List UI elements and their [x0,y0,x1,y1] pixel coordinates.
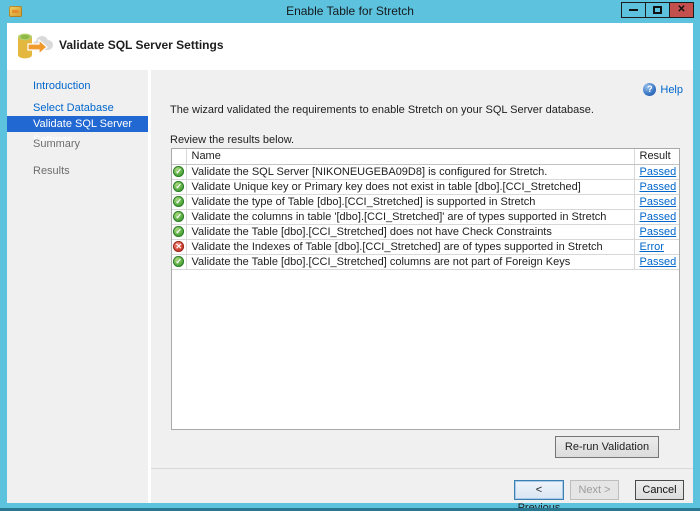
table-row[interactable]: ✓Validate the SQL Server [NIKONEUGEBA09D… [172,164,679,179]
wizard-header: Validate SQL Server Settings [7,23,693,70]
passed-icon: ✓ [173,181,184,192]
maximize-icon [653,6,662,14]
window-title: Enable Table for Stretch [0,4,700,18]
passed-icon: ✓ [173,166,184,177]
validation-name: Validate the Table [dbo].[CCI_Stretched]… [186,254,634,269]
table-row[interactable]: ✕Validate the Indexes of Table [dbo].[CC… [172,239,679,254]
close-button[interactable]: ✕ [669,2,694,18]
titlebar[interactable]: Enable Table for Stretch ✕ [0,0,700,23]
validation-name: Validate the SQL Server [NIKONEUGEBA09D8… [186,164,634,179]
table-row[interactable]: ✓Validate Unique key or Primary key does… [172,179,679,194]
result-link[interactable]: Passed [640,256,677,268]
result-link[interactable]: Passed [640,211,677,223]
maximize-button[interactable] [645,2,670,18]
table-row[interactable]: ✓Validate the type of Table [dbo].[CCI_S… [172,194,679,209]
previous-button[interactable]: < Previous [514,480,564,500]
validation-results-box: Name Result ✓Validate the SQL Server [NI… [171,148,680,430]
table-header-row: Name Result [172,149,679,164]
validation-name: Validate the Table [dbo].[CCI_Stretched]… [186,224,634,239]
wizard-steps-sidebar: Introduction Select Database Tables Vali… [7,70,148,503]
result-link[interactable]: Passed [640,181,677,193]
review-results-label: Review the results below. [170,134,294,146]
passed-icon: ✓ [173,196,184,207]
error-icon: ✕ [173,241,184,252]
close-icon: ✕ [677,5,685,15]
next-button[interactable]: Next > [570,480,619,500]
stretch-database-icon [15,29,55,63]
result-column-header[interactable]: Result [634,149,679,164]
status-column-header [172,149,186,164]
results-table-body: ✓Validate the SQL Server [NIKONEUGEBA09D… [172,164,679,269]
validation-name: Validate the type of Table [dbo].[CCI_St… [186,194,634,209]
help-label: Help [660,84,683,96]
table-row[interactable]: ✓Validate the Table [dbo].[CCI_Stretched… [172,254,679,269]
validation-name: Validate Unique key or Primary key does … [186,179,634,194]
body-area: Introduction Select Database Tables Vali… [7,70,693,503]
window-controls: ✕ [622,2,694,18]
sidebar-item-validate-sql-server-settings[interactable]: Validate SQL Server Settings [7,116,148,132]
footer-divider [151,468,693,469]
passed-icon: ✓ [173,226,184,237]
passed-icon: ✓ [173,256,184,267]
validation-name: Validate the columns in table '[dbo].[CC… [186,209,634,224]
sidebar-item-introduction[interactable]: Introduction [7,79,148,94]
wizard-description: The wizard validated the requirements to… [170,104,594,116]
minimize-button[interactable] [621,2,646,18]
table-row[interactable]: ✓Validate the Table [dbo].[CCI_Stretched… [172,224,679,239]
wizard-dialog: Enable Table for Stretch ✕ Validate SQL … [0,0,700,511]
cancel-button[interactable]: Cancel [635,480,684,500]
passed-icon: ✓ [173,211,184,222]
table-row[interactable]: ✓Validate the columns in table '[dbo].[C… [172,209,679,224]
sidebar-item-summary: Summary [7,137,148,152]
main-panel: ? Help The wizard validated the requirem… [151,70,693,503]
sidebar-item-results: Results [7,164,148,179]
result-link[interactable]: Error [640,241,664,253]
result-link[interactable]: Passed [640,226,677,238]
result-link[interactable]: Passed [640,166,677,178]
result-link[interactable]: Passed [640,196,677,208]
minimize-icon [629,9,638,11]
page-title: Validate SQL Server Settings [59,38,224,52]
help-link[interactable]: ? Help [643,83,683,96]
help-icon: ? [643,83,656,96]
validation-results-table: Name Result ✓Validate the SQL Server [NI… [172,149,679,270]
name-column-header[interactable]: Name [186,149,634,164]
rerun-validation-button[interactable]: Re-run Validation [555,436,659,458]
validation-name: Validate the Indexes of Table [dbo].[CCI… [186,239,634,254]
